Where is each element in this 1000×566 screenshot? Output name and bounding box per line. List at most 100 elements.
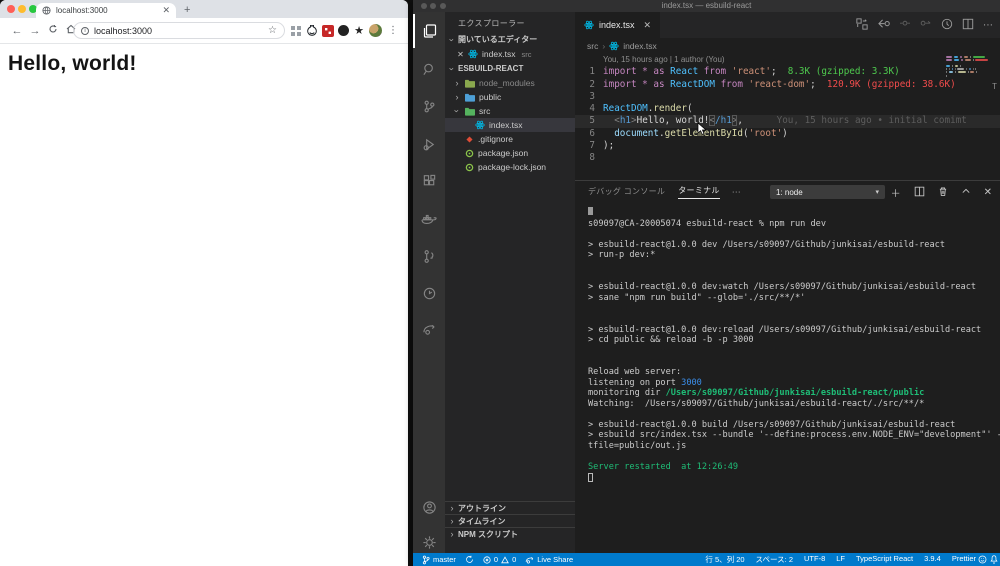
sidebar-section[interactable]: › タイムライン <box>445 514 575 527</box>
minimize-traffic-light[interactable] <box>18 5 26 13</box>
breadcrumb[interactable]: src › index.tsx <box>587 39 657 52</box>
close-traffic-light[interactable] <box>7 5 15 13</box>
feedback-smiley-icon[interactable] <box>978 555 987 564</box>
timer-icon[interactable] <box>413 276 445 310</box>
github-extension-icon[interactable] <box>306 24 318 37</box>
folder-blue-icon <box>465 93 475 102</box>
sidebar-section[interactable]: › NPM スクリプト <box>445 527 575 540</box>
status-item[interactable]: スペース: 2 <box>756 554 793 565</box>
tree-item-src[interactable]: › src <box>445 104 575 118</box>
status-item[interactable]: LF <box>836 554 845 565</box>
forward-icon[interactable]: → <box>26 25 44 37</box>
status-item[interactable]: 行 5、列 20 <box>705 554 744 565</box>
tree-item-package-lock.json[interactable]: package-lock.json <box>445 160 575 174</box>
react-icon <box>475 120 485 130</box>
explorer-icon[interactable] <box>413 14 445 48</box>
tree-item-.gitignore[interactable]: .gitignore <box>445 132 575 146</box>
workspace-section[interactable]: › ESBUILD-REACT <box>445 61 575 76</box>
code-editor[interactable]: You, 15 hours ago | 1 author (You) 1 impor… <box>575 54 1000 165</box>
chevron-down-icon: › <box>447 67 457 70</box>
tab-close-icon[interactable]: ✕ <box>162 6 170 15</box>
code-line[interactable]: 7); <box>575 140 1000 152</box>
browser-menu-icon[interactable]: ⋮ <box>388 25 398 36</box>
tab-terminal[interactable]: ターミナル <box>678 185 720 199</box>
branch-status[interactable]: master <box>422 555 456 565</box>
profile-avatar[interactable] <box>369 24 382 37</box>
kill-terminal-icon[interactable] <box>938 186 948 199</box>
split-terminal-icon[interactable] <box>914 186 925 199</box>
maximize-panel-icon[interactable] <box>961 187 971 197</box>
open-editors-section[interactable]: › 開いているエディター <box>445 32 575 47</box>
vscode-titlebar[interactable]: index.tsx — esbuild-react <box>413 0 1000 12</box>
reload-icon[interactable] <box>44 24 62 37</box>
terminal-line: > sane "npm run build" --glob='./src/**/… <box>588 292 806 303</box>
minimap[interactable] <box>946 56 988 176</box>
star-extension-icon[interactable]: ★ <box>353 25 365 37</box>
open-editor-item[interactable]: ✕ index.tsx src <box>445 47 575 61</box>
address-bar[interactable]: i localhost:3000 ☆ <box>73 22 285 39</box>
tab-close-icon[interactable]: ✕ <box>644 20 652 31</box>
back-icon[interactable]: ← <box>8 25 26 37</box>
overview-ruler-marker: T <box>992 82 997 91</box>
new-terminal-icon[interactable]: ＋ <box>891 185 901 200</box>
new-tab-button[interactable]: + <box>184 4 190 16</box>
go-to-icon[interactable] <box>899 19 911 31</box>
sync-icon[interactable] <box>465 555 474 564</box>
close-panel-icon[interactable]: ✕ <box>984 187 992 198</box>
site-info-icon[interactable]: i <box>81 26 89 35</box>
tree-item-public[interactable]: › public <box>445 90 575 104</box>
terminal-line: > esbuild-react@1.0.0 dev:watch /Users/s… <box>588 282 977 293</box>
dot-extension-icon[interactable] <box>338 25 349 36</box>
problems-status[interactable]: 0 0 <box>483 555 516 564</box>
notifications-bell-icon[interactable] <box>990 555 998 564</box>
open-changes-icon[interactable] <box>856 18 868 32</box>
search-icon[interactable] <box>413 52 445 86</box>
run-debug-icon[interactable] <box>413 127 445 161</box>
code-line[interactable]: 1 import * as React from 'react'; 8.3K (g… <box>575 66 1000 78</box>
code-line[interactable]: 6 document.getElementById('root') <box>575 128 1000 140</box>
code-line[interactable]: 5 <h1>Hello, world!</h1>, You, 15 hours … <box>575 115 1000 128</box>
tree-item-package.json[interactable]: package.json <box>445 146 575 160</box>
code-line[interactable]: 4 ReactDOM.render( <box>575 103 1000 115</box>
mouse-cursor <box>697 122 707 141</box>
chevron-right-icon: › <box>450 503 454 513</box>
source-control-icon[interactable] <box>413 89 445 123</box>
red-extension-icon[interactable] <box>322 24 334 37</box>
editor-tab-indextsx[interactable]: index.tsx ✕ <box>575 12 661 38</box>
live-share-status[interactable]: Live Share <box>525 555 573 564</box>
go-forward-icon[interactable] <box>920 19 932 31</box>
code-line[interactable]: 8 <box>575 152 1000 164</box>
terminal-output[interactable]: s09097@CA-20005074 esbuild-react % npm r… <box>588 207 1000 485</box>
terminal-line: listening on port 3000 <box>588 377 702 388</box>
tab-debug-console[interactable]: デバッグ コンソール <box>588 186 665 199</box>
docker-icon[interactable] <box>413 202 445 236</box>
browser-tab[interactable]: localhost:3000 ✕ <box>36 3 176 18</box>
sidebar-section[interactable]: › アウトライン <box>445 501 575 514</box>
tree-item-index.tsx[interactable]: index.tsx <box>445 118 575 132</box>
terminal-line: s09097@CA-20005074 esbuild-react % npm r… <box>588 218 826 229</box>
browser-toolbar: ← → i localhost:3000 ☆ ★ ⋮ <box>0 18 408 44</box>
gitlens-icon[interactable] <box>413 239 445 273</box>
tree-item-node_modules[interactable]: › node_modules <box>445 76 575 90</box>
bookmark-star-icon[interactable]: ☆ <box>268 25 277 36</box>
status-item[interactable]: Prettier <box>952 554 976 565</box>
code-line[interactable]: You, 15 hours ago | 1 author (You) <box>575 54 1000 66</box>
terminal-select[interactable]: 1: node ▾ <box>770 185 885 199</box>
account-icon[interactable] <box>413 490 445 524</box>
status-item[interactable]: UTF-8 <box>804 554 825 565</box>
code-line[interactable]: 2 import * as ReactDOM from 'react-dom'; … <box>575 79 1000 91</box>
close-icon[interactable]: ✕ <box>457 50 464 59</box>
go-back-icon[interactable] <box>877 19 890 32</box>
status-item[interactable]: 3.9.4 <box>924 554 941 565</box>
split-editor-icon[interactable] <box>962 18 974 32</box>
code-line[interactable]: 3 <box>575 91 1000 103</box>
toggle-blame-icon[interactable] <box>941 18 953 32</box>
grid-extension-icon[interactable] <box>290 25 302 37</box>
more-actions-icon[interactable]: ⋯ <box>983 20 994 31</box>
extensions-icon[interactable] <box>413 164 445 198</box>
panel-more-icon[interactable]: ⋯ <box>732 187 741 198</box>
terminal-line: Watching: /Users/s09097/Github/junkisai/… <box>588 398 925 409</box>
status-item[interactable]: TypeScript React <box>856 554 913 565</box>
live-share-icon[interactable] <box>413 312 445 346</box>
